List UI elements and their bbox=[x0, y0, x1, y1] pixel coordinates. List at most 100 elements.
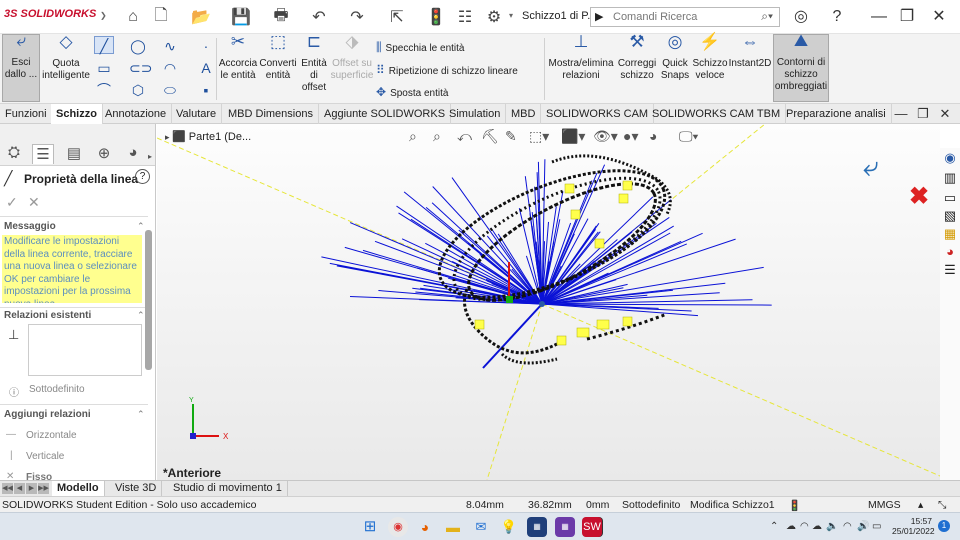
close-button[interactable]: ✕ bbox=[928, 6, 950, 28]
notification-badge[interactable]: 1 bbox=[938, 520, 950, 532]
command-search-input[interactable]: ▶ Comandi Ricerca ⌕▾ bbox=[590, 7, 780, 27]
windows-start-icon[interactable]: ⊞ bbox=[360, 517, 380, 537]
collapse-chevron-icon[interactable]: ⌃ bbox=[137, 310, 145, 321]
sketch-lines[interactable] bbox=[321, 159, 772, 369]
tab-schizzo[interactable]: Schizzo bbox=[51, 104, 103, 124]
next-tab-icon[interactable]: ▶ bbox=[26, 483, 37, 494]
panel-arrow-icon[interactable]: ▸ bbox=[148, 152, 152, 161]
print-icon[interactable]: 🖶 bbox=[270, 6, 292, 28]
previous-view-icon[interactable]: ⤺ bbox=[457, 128, 472, 145]
help-icon[interactable]: ? bbox=[826, 6, 848, 28]
tab-aggiunte[interactable]: Aggiunte SOLIDWORKS bbox=[319, 104, 452, 124]
fix-relation-button[interactable]: Fisso bbox=[26, 472, 52, 480]
dimxpert-icon[interactable]: ⊕ bbox=[93, 144, 115, 164]
file-explorer-taskbar-icon[interactable]: ▬ bbox=[443, 517, 463, 537]
restore-doc-button[interactable]: ❐ bbox=[912, 103, 934, 125]
trim-entities-button[interactable]: ✂ Accorcia le entità bbox=[218, 33, 258, 100]
search-icon[interactable]: ⌕▾ bbox=[761, 9, 773, 24]
offset-entities-button[interactable]: ⊏ Entità di offset bbox=[298, 33, 330, 100]
shaded-contours-button[interactable]: ⛰ Contorni di schizzo ombreggiati bbox=[773, 32, 829, 102]
menu-chevron-icon[interactable]: ❯ bbox=[100, 11, 107, 20]
view-settings-icon[interactable]: 🖵▾ bbox=[679, 128, 698, 145]
tray-chevron-icon[interactable]: ⌃ bbox=[770, 521, 778, 532]
dynamic-annotation-icon[interactable]: ✎ bbox=[505, 128, 517, 145]
convert-entities-button[interactable]: ⬚ Converti entità bbox=[258, 33, 298, 100]
ok-check-icon[interactable]: ✓ bbox=[6, 194, 18, 211]
tab-valutare[interactable]: Valutare bbox=[171, 104, 223, 124]
tab-studio-movimento[interactable]: Studio di movimento 1 bbox=[168, 481, 288, 497]
panel-scrollbar[interactable] bbox=[145, 230, 152, 370]
instant2d-button[interactable]: ⇔ Instant2D bbox=[728, 33, 772, 100]
tab-solidworks-cam[interactable]: SOLIDWORKS CAM bbox=[541, 104, 655, 124]
confirmation-corner[interactable]: ⤶ ✖ bbox=[863, 152, 929, 211]
zoom-to-fit-icon[interactable]: ⌕ bbox=[409, 128, 417, 145]
volume-icon[interactable]: 🔈 bbox=[826, 521, 838, 532]
horizontal-relation-button[interactable]: Orizzontale bbox=[26, 430, 77, 441]
unit-dropdown-icon[interactable]: ▴ bbox=[918, 499, 923, 511]
cancel-x-icon[interactable]: ✕ bbox=[28, 194, 40, 211]
slot-tool-icon[interactable]: ⊂⊃ bbox=[128, 58, 152, 76]
save-icon[interactable]: 💾 bbox=[230, 6, 252, 28]
collapse-chevron-icon[interactable]: ⌃ bbox=[137, 221, 145, 232]
feature-tree-root[interactable]: ▸ ⬛ Parte1 (De... bbox=[165, 130, 251, 143]
close-doc-button[interactable]: ✕ bbox=[934, 103, 956, 125]
new-document-icon[interactable]: 🗋 bbox=[150, 6, 172, 28]
minimize-doc-button[interactable]: — bbox=[890, 103, 912, 125]
teams-icon[interactable]: ▦ bbox=[555, 517, 575, 537]
custom-properties-icon[interactable]: ☰ bbox=[942, 262, 958, 278]
text-tool-icon[interactable]: A bbox=[196, 58, 216, 76]
repair-sketch-button[interactable]: ⚒ Correggi schizzo bbox=[616, 33, 658, 100]
tab-viste-3d[interactable]: Viste 3D bbox=[110, 481, 163, 497]
tab-mbd[interactable]: MBD bbox=[506, 104, 542, 124]
tab-solidworks-cam-tbm[interactable]: SOLIDWORKS CAM TBM bbox=[647, 104, 787, 124]
tab-modello[interactable]: Modello bbox=[52, 481, 105, 497]
polygon-tool-icon[interactable]: ⬡ bbox=[128, 80, 148, 98]
battery-icon[interactable]: ▭ bbox=[872, 521, 881, 532]
property-manager-icon[interactable]: ☰ bbox=[32, 144, 54, 164]
display-delete-relations-button[interactable]: ⊥ Mostra/elimina relazioni bbox=[546, 33, 616, 100]
solidworks-logo[interactable]: 3S SOLIDWORKS bbox=[4, 8, 96, 20]
appearance-icon[interactable]: ●▾ bbox=[623, 128, 638, 145]
section-view-icon[interactable]: ⛏ bbox=[481, 128, 499, 145]
undo-icon[interactable]: ↶ bbox=[308, 6, 330, 28]
hide-show-icon[interactable]: 👁▾ bbox=[593, 128, 618, 145]
plane-tool-icon[interactable]: ▪ bbox=[196, 80, 216, 98]
tab-annotazione[interactable]: Annotazione bbox=[100, 104, 173, 124]
wifi-icon[interactable]: ◠ bbox=[843, 521, 852, 532]
options-gear-icon[interactable]: ⚙ bbox=[483, 6, 505, 28]
linear-pattern-button[interactable]: ⠿ Ripetizione di schizzo lineare bbox=[376, 63, 518, 77]
display-manager-icon[interactable]: ◕ bbox=[122, 144, 144, 164]
restore-button[interactable]: ❐ bbox=[896, 6, 918, 28]
display-style-icon[interactable]: ⬛▾ bbox=[561, 128, 585, 145]
prev-tab-icon[interactable]: ◀ bbox=[14, 483, 25, 494]
smart-dimension-button[interactable]: ◇ Quota intelligente bbox=[42, 33, 90, 100]
appearances-icon[interactable]: ▦ bbox=[942, 226, 958, 242]
move-entities-button[interactable]: ✥ Sposta entità bbox=[376, 85, 448, 99]
network-icon[interactable]: ☁ bbox=[812, 521, 822, 532]
configuration-manager-icon[interactable]: ▤ bbox=[63, 144, 85, 164]
file-explorer-icon[interactable]: ▭ bbox=[942, 190, 958, 206]
firefox-icon[interactable]: ◕ bbox=[415, 517, 435, 537]
clock[interactable]: 15:57 25/01/2022 bbox=[892, 516, 935, 536]
user-account-icon[interactable]: ◎ bbox=[790, 6, 812, 28]
open-icon[interactable]: 📂 bbox=[190, 6, 212, 28]
circle-tool-icon[interactable]: ◯ bbox=[128, 36, 148, 54]
exit-sketch-button[interactable]: ⤶ Esci dallo ... bbox=[2, 32, 40, 102]
collapse-chevron-icon[interactable]: ⌃ bbox=[137, 409, 145, 420]
tab-funzioni[interactable]: Funzioni bbox=[0, 104, 53, 124]
point-tool-icon[interactable]: · bbox=[196, 36, 216, 54]
mirror-entities-button[interactable]: ⫼ Specchia le entità bbox=[376, 40, 464, 55]
app-icon[interactable]: ▦ bbox=[527, 517, 547, 537]
zoom-area-icon[interactable]: ⌕ bbox=[433, 128, 441, 145]
view-palette-icon[interactable]: ▧ bbox=[942, 208, 958, 224]
tab-simulation[interactable]: Simulation bbox=[444, 104, 507, 124]
rectangle-tool-icon[interactable]: ▭ bbox=[94, 58, 114, 76]
rapid-sketch-button[interactable]: ⚡ Schizzo veloce bbox=[692, 33, 728, 100]
options-dropdown-icon[interactable]: ▾ bbox=[509, 11, 513, 20]
minimize-button[interactable]: — bbox=[868, 6, 890, 28]
solidworks-taskbar-icon[interactable]: SW bbox=[582, 517, 602, 537]
speaker-icon[interactable]: 🔊 bbox=[857, 521, 869, 532]
last-tab-icon[interactable]: ▶▶ bbox=[38, 483, 49, 494]
existing-relations-list[interactable] bbox=[28, 324, 142, 376]
file-properties-icon[interactable]: ☷ bbox=[454, 6, 476, 28]
